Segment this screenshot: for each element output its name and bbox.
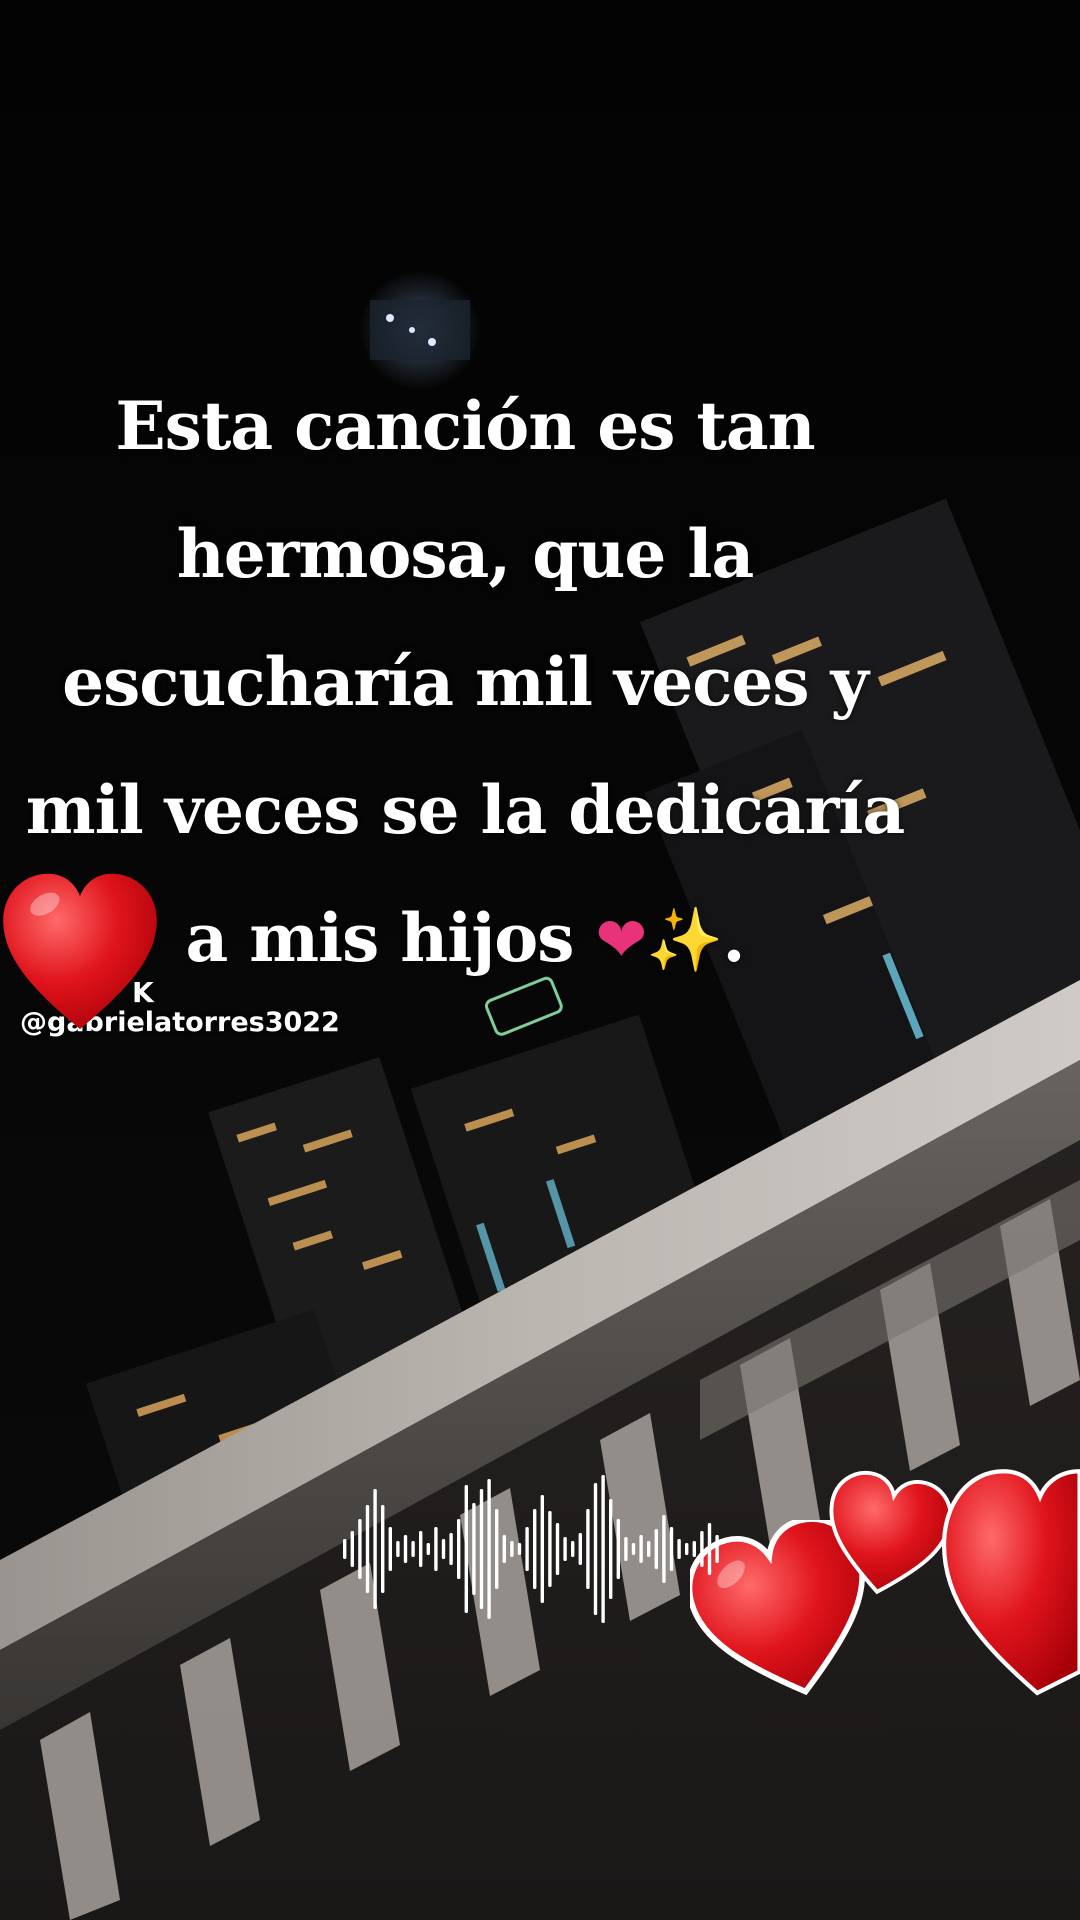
waveform-bar [685, 1543, 689, 1555]
waveform-bar [388, 1527, 392, 1571]
audio-waveform-icon [343, 1475, 719, 1623]
waveform-bar [533, 1509, 537, 1589]
waveform-bar [426, 1543, 430, 1555]
waveform-bar [715, 1535, 719, 1563]
waveform-bar [654, 1529, 658, 1569]
caption-line-3: escucharía mil veces y [62, 643, 869, 721]
waveform-bar [373, 1489, 377, 1609]
waveform-bar [502, 1535, 506, 1563]
waveform-bar [586, 1509, 590, 1589]
caption-line-1: Esta canción es tan [115, 387, 815, 465]
waveform-bar [464, 1485, 468, 1613]
waveform-bar [411, 1541, 415, 1557]
waveform-bar [343, 1539, 347, 1559]
waveform-bar [669, 1527, 674, 1571]
caption-line-5-text: a mis hijos [185, 899, 574, 977]
caption-line-5-punct: . [722, 899, 746, 977]
waveform-bar [517, 1543, 522, 1555]
waveform-bar [662, 1515, 666, 1583]
waveform-bar [692, 1541, 696, 1557]
waveform-bar [563, 1537, 567, 1561]
waveform-bar [495, 1509, 499, 1589]
story-frame: Esta canción es tan hermosa, que la escu… [0, 0, 1080, 1920]
story-caption: Esta canción es tan hermosa, que la escu… [0, 362, 1080, 1004]
waveform-bar [700, 1531, 704, 1567]
waveform-bar [403, 1535, 408, 1563]
waveform-bar [358, 1519, 362, 1579]
waveform-bar [510, 1541, 514, 1557]
red-heart-icon [3, 873, 157, 1029]
waveform-bar [624, 1537, 628, 1561]
caption-line-4: mil veces se la dedicaría [25, 771, 905, 849]
waveform-bar [419, 1531, 423, 1567]
waveform-bar [472, 1503, 476, 1595]
waveform-bar [487, 1479, 491, 1619]
waveform-bar [540, 1495, 544, 1603]
waveform-bar [571, 1541, 575, 1557]
waveform-bar [350, 1531, 354, 1567]
waveform-bar [578, 1533, 582, 1565]
waveform-bar [457, 1519, 461, 1579]
waveform-bar [677, 1539, 681, 1559]
waveform-bar [449, 1533, 453, 1565]
waveform-bar [647, 1541, 651, 1557]
waveform-bar [601, 1475, 605, 1623]
red-heart-icon [829, 1470, 952, 1595]
waveform-bar [441, 1539, 446, 1559]
waveform-bar [365, 1505, 370, 1593]
caption-line-2: hermosa, que la [176, 515, 754, 593]
waveform-bar [593, 1483, 598, 1615]
red-heart-icon [941, 1469, 1080, 1696]
waveform-bar [525, 1527, 529, 1571]
waveform-bar [434, 1527, 438, 1571]
waveform-bar [555, 1523, 560, 1575]
waveform-bar [639, 1535, 643, 1563]
waveform-bar [616, 1519, 620, 1579]
waveform-bar [479, 1489, 484, 1609]
waveform-bar [707, 1523, 712, 1575]
waveform-bar [609, 1499, 613, 1599]
waveform-bar [631, 1543, 636, 1555]
waveform-bar [396, 1541, 400, 1557]
sparkles-emoji: ✨ [646, 903, 723, 976]
waveform-bar [381, 1505, 385, 1593]
waveform-bar [548, 1511, 552, 1587]
growing-heart-emoji: ❤ [595, 903, 647, 976]
